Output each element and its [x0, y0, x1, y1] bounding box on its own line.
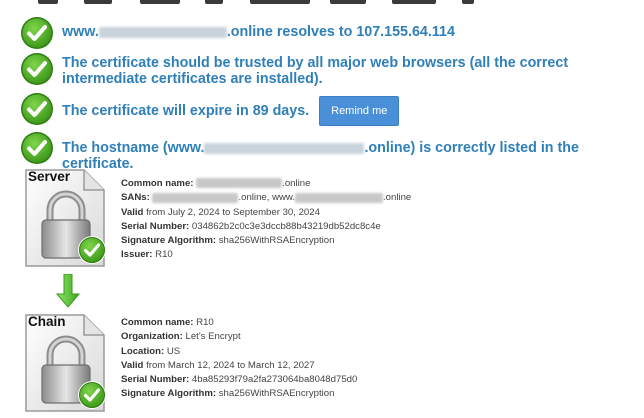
check-row-trusted: The certificate should be trusted by all… [20, 52, 632, 87]
chain-valid: Valid from March 12, 2024 to March 12, 2… [121, 359, 315, 371]
server-valid: Valid from July 2, 2024 to September 30,… [121, 206, 320, 218]
remind-me-button[interactable]: Remind me [319, 96, 400, 126]
cropped-top-content [0, 0, 644, 8]
check-row-resolves: www. .online resolves to 107.155.64.114 [20, 16, 632, 50]
trusted-text: The certificate should be trusted by all… [62, 55, 569, 87]
server-sans: SANs: .online, www. .online [121, 192, 412, 204]
chain-common-name: Common name: R10 [121, 317, 214, 328]
chain-signature-algorithm: Signature Algorithm: sha256WithRSAEncryp… [121, 388, 335, 400]
server-signature-algorithm: Signature Algorithm: sha256WithRSAEncryp… [121, 235, 335, 247]
chain-organization: Organization: Let's Encrypt [121, 331, 241, 343]
check-row-expiry: The certificate will expire in 89 days. R… [20, 92, 632, 126]
check-circle-icon [21, 17, 53, 49]
check-circle-icon [21, 53, 53, 85]
server-label: Server [28, 169, 71, 184]
server-serial: Serial Number: 034862b2c0c3e3dccb88b4321… [121, 220, 381, 232]
chain-location: Location: US [121, 345, 181, 357]
check-circle-icon [21, 132, 53, 164]
down-arrow-icon [56, 274, 80, 308]
server-common-name: Common name: .online [121, 178, 311, 189]
chain-serial: Serial Number: 4ba85293f79a2fa273064ba80… [121, 374, 358, 386]
hostname-text: The hostname (www. .online) is correctly … [62, 140, 579, 172]
chain-certificate-icon: Chain [24, 313, 108, 413]
check-row-hostname: The hostname (www. .online) is correctly … [20, 131, 632, 172]
resolves-text: www. .online resolves to 107.155.64.114 [62, 24, 455, 40]
expiry-label: The certificate will expire in 89 days. [62, 102, 310, 119]
check-circle-icon [21, 93, 53, 125]
chain-cert-details: Common name: R10 Organization: Let's Enc… [121, 316, 357, 402]
chain-label: Chain [28, 314, 66, 329]
server-cert-details: Common name: .online SANs: .online, www.… [121, 177, 411, 263]
expiry-text: The certificate will expire in 89 days. R… [62, 96, 632, 126]
server-certificate-icon: Server [24, 168, 108, 268]
server-issuer: Issuer: R10 [121, 249, 173, 261]
